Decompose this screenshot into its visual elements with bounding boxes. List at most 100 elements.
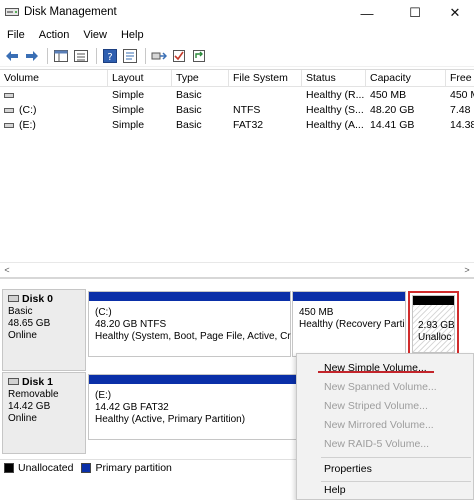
refresh-icon — [193, 49, 205, 62]
cell-type: Basic — [176, 119, 202, 131]
menu-new-mirrored-volume[interactable]: New Mirrored Volume... — [297, 416, 474, 435]
unallocated-bar — [413, 296, 454, 305]
partition-label: (E:) — [95, 390, 112, 401]
column-header-type[interactable]: Type — [172, 70, 229, 87]
cell-layout: Simple — [112, 119, 145, 131]
disk-0-label[interactable]: Disk 0 Basic 48.65 GB Online — [2, 289, 86, 371]
cell-volume: (E:) — [19, 119, 36, 131]
checklist-button[interactable] — [170, 47, 188, 65]
maximize-icon: ☐ — [409, 5, 421, 20]
toolbar-separator — [96, 47, 97, 64]
menu-new-spanned-volume[interactable]: New Spanned Volume... — [297, 378, 474, 397]
console-tree-icon — [54, 49, 68, 62]
connect-icon — [151, 51, 167, 60]
disk-status: Online — [8, 330, 37, 341]
disk-icon — [8, 378, 19, 385]
cell-free: 14.38 — [450, 119, 474, 131]
menu-help[interactable]: Help — [114, 26, 151, 44]
help-button[interactable]: ? — [101, 47, 119, 65]
cell-volume — [15, 88, 108, 103]
menu-action[interactable]: Action — [32, 26, 77, 44]
table-row[interactable]: (E:) Simple Basic FAT32 Healthy (A... 14… — [0, 118, 474, 133]
legend-label: Primary partition — [95, 462, 172, 474]
volume-drive-icon — [4, 108, 14, 113]
horizontal-scrollbar[interactable]: < > — [0, 262, 474, 276]
forward-button[interactable] — [23, 47, 41, 65]
scroll-right-icon[interactable]: > — [460, 264, 474, 276]
legend-item-primary: Primary partition — [81, 462, 172, 474]
console-tree-button[interactable] — [52, 47, 70, 65]
cell-capacity: 48.20 GB — [370, 104, 415, 116]
partition-size: 450 MB — [299, 307, 334, 318]
close-button[interactable]: ✕ — [434, 0, 474, 26]
highlight-underline — [318, 371, 434, 373]
volume-drive-icon — [4, 123, 14, 128]
back-button[interactable] — [3, 47, 21, 65]
cell-file-system — [229, 88, 302, 103]
window-title: Disk Management — [24, 6, 117, 18]
cell-volume: (C:) — [19, 104, 37, 116]
connect-button[interactable] — [150, 47, 168, 65]
scroll-left-icon[interactable]: < — [0, 264, 14, 276]
unallocated-space[interactable]: 2.93 GB Unalloc — [412, 295, 455, 353]
disk-management-app-icon — [5, 8, 19, 16]
cell-status: Healthy (R... — [306, 89, 365, 101]
cell-type: Basic — [176, 89, 202, 101]
minimize-button[interactable]: — — [346, 0, 388, 26]
partition-recovery[interactable]: 450 MB Healthy (Recovery Parti — [292, 291, 406, 357]
partition-label: (C:) — [95, 307, 112, 318]
disk-status: Online — [8, 413, 37, 424]
disk-type: Removable — [8, 389, 59, 400]
cell-free: 450 M — [450, 89, 474, 101]
cell-status: Healthy (A... — [306, 119, 364, 131]
properties-button[interactable] — [121, 47, 139, 65]
disk-name: Disk 1 — [22, 376, 53, 388]
menu-bar: File Action View Help — [0, 26, 474, 44]
properties-icon — [123, 48, 137, 63]
unallocated-highlight: 2.93 GB Unalloc — [408, 291, 459, 357]
cell-type: Basic — [176, 104, 202, 116]
table-row[interactable]: (C:) Simple Basic NTFS Healthy (S... 48.… — [0, 103, 474, 118]
disk-icon — [8, 295, 19, 302]
list-view-icon — [74, 49, 88, 62]
context-menu: New Simple Volume... New Spanned Volume.… — [296, 353, 474, 500]
disk-name: Disk 0 — [22, 293, 53, 305]
menu-view[interactable]: View — [76, 26, 114, 44]
menu-new-striped-volume[interactable]: New Striped Volume... — [297, 397, 474, 416]
menu-file[interactable]: File — [0, 26, 32, 44]
close-icon: ✕ — [449, 5, 461, 20]
partition-status: Healthy (System, Boot, Page File, Active… — [95, 331, 291, 342]
back-arrow-icon — [6, 50, 18, 61]
unallocated-swatch — [4, 463, 14, 473]
menu-help-item[interactable]: Help — [297, 481, 474, 500]
column-header-layout[interactable]: Layout — [108, 70, 172, 87]
checklist-icon — [173, 49, 185, 62]
legend-label: Unallocated — [18, 462, 74, 474]
disk-type: Basic — [8, 306, 33, 317]
menu-separator — [321, 457, 471, 458]
menu-properties[interactable]: Properties — [297, 460, 474, 479]
cell-layout: Simple — [112, 89, 145, 101]
disk-1-label[interactable]: Disk 1 Removable 14.42 GB Online — [2, 372, 86, 454]
help-icon: ? — [103, 48, 117, 63]
refresh-button[interactable] — [190, 47, 208, 65]
column-header-file-system[interactable]: File System — [229, 70, 302, 87]
maximize-button[interactable]: ☐ — [394, 0, 436, 26]
menu-new-raid5-volume[interactable]: New RAID-5 Volume... — [297, 435, 474, 454]
partition-status: Healthy (Recovery Parti — [299, 319, 405, 330]
partition-size: 48.20 GB NTFS — [95, 319, 167, 330]
partition-c[interactable]: (C:) 48.20 GB NTFS Healthy (System, Boot… — [88, 291, 291, 357]
column-header-free[interactable]: Free — [446, 70, 474, 87]
unallocated-label: Unalloc — [418, 332, 452, 343]
console-list-button[interactable] — [72, 47, 90, 65]
unallocated-size: 2.93 GB — [418, 320, 455, 331]
column-header-capacity[interactable]: Capacity — [366, 70, 446, 87]
title-bar: Disk Management — ☐ ✕ — [0, 0, 474, 26]
column-header-status[interactable]: Status — [302, 70, 366, 87]
legend: Unallocated Primary partition — [0, 459, 300, 476]
column-header-volume[interactable]: Volume — [0, 70, 108, 87]
table-row[interactable]: Simple Basic Healthy (R... 450 MB 450 M — [0, 88, 474, 103]
menu-new-simple-volume[interactable]: New Simple Volume... — [297, 359, 474, 378]
partition-size: 14.42 GB FAT32 — [95, 402, 169, 413]
toolbar-separator — [145, 47, 146, 64]
